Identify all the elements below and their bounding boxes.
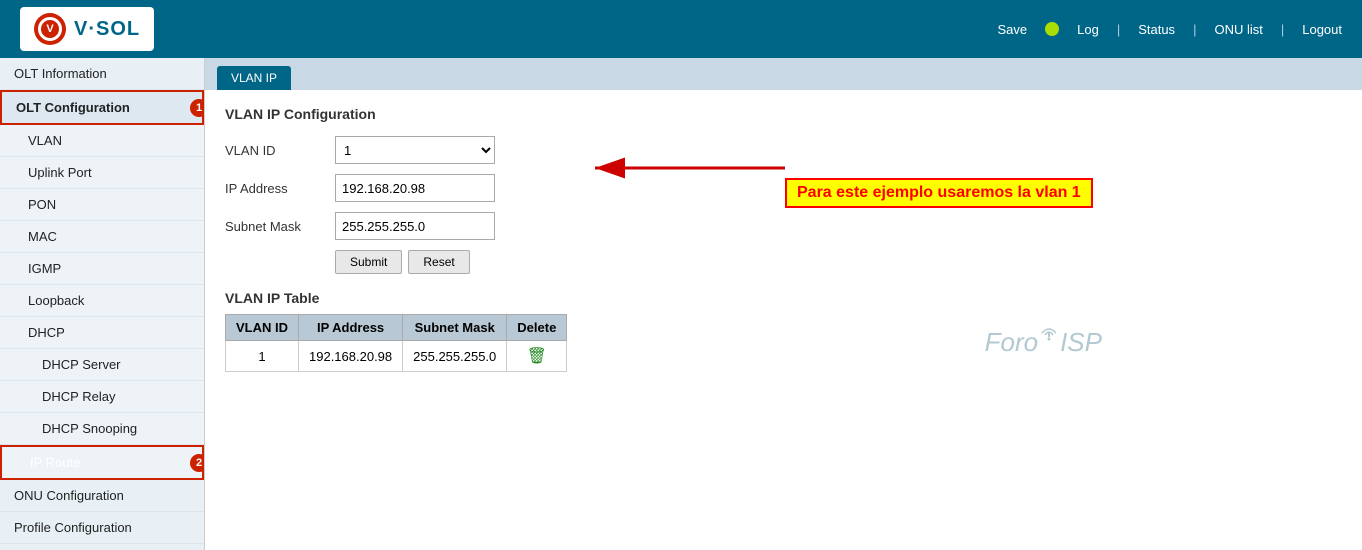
vlan-id-select[interactable]: 1 [335,136,495,164]
section-title: VLAN IP Configuration [225,106,1342,122]
sidebar-item-dhcp-server[interactable]: DHCP Server [0,349,204,381]
row-subnet-mask: 255.255.255.0 [403,341,507,372]
form-buttons: Submit Reset [335,250,1342,274]
col-subnet-mask: Subnet Mask [403,315,507,341]
header-nav: Save Log | Status | ONU list | Logout [997,22,1342,37]
subnet-mask-input[interactable] [335,212,495,240]
watermark-isp: ISP [1060,327,1102,358]
logo: V V·SOL [20,7,154,51]
reset-button[interactable]: Reset [408,250,469,274]
nav-logout[interactable]: Logout [1302,22,1342,37]
submit-button[interactable]: Submit [335,250,402,274]
logo-icon: V [34,13,66,45]
vlan-id-row: VLAN ID 1 [225,136,1342,164]
row-ip-address: 192.168.20.98 [299,341,403,372]
badge-2: 2 [190,454,205,472]
logo-text: V·SOL [74,18,140,41]
sidebar-item-mac[interactable]: MAC [0,221,204,253]
sidebar-item-ip-route[interactable]: IP Route 2 [0,445,204,480]
sidebar-item-loopback[interactable]: Loopback [0,285,204,317]
watermark-foro: Foro [985,327,1038,358]
subnet-mask-label: Subnet Mask [225,219,335,234]
sidebar-item-onu-configuration[interactable]: ONU Configuration [0,480,204,512]
nav-onu-list[interactable]: ONU list [1214,22,1262,37]
content-area: Para este ejemplo usaremos la vlan 1 VLA… [205,90,1362,388]
sidebar-item-vlan[interactable]: VLAN [0,125,204,157]
vlan-id-label: VLAN ID [225,143,335,158]
delete-icon[interactable]: 🗑 [527,348,547,365]
save-button[interactable]: Save [997,22,1027,37]
watermark: Foro ISP [985,327,1102,358]
col-ip-address: IP Address [299,315,403,341]
ip-address-label: IP Address [225,181,335,196]
status-indicator [1045,22,1059,36]
sidebar-item-igmp[interactable]: IGMP [0,253,204,285]
ip-address-row: IP Address [225,174,1342,202]
tab-vlan-ip[interactable]: VLAN IP [217,66,291,90]
row-delete-cell: 🗑 [507,341,567,372]
row-vlan-id: 1 [226,341,299,372]
sidebar-item-uplink-port[interactable]: Uplink Port [0,157,204,189]
nav-status[interactable]: Status [1138,22,1175,37]
sidebar-item-dhcp[interactable]: DHCP [0,317,204,349]
col-delete: Delete [507,315,567,341]
sidebar-item-dhcp-relay[interactable]: DHCP Relay [0,381,204,413]
sidebar-item-profile-configuration[interactable]: Profile Configuration [0,512,204,544]
sidebar-item-pon[interactable]: PON [0,189,204,221]
sidebar-item-olt-configuration[interactable]: OLT Configuration 1 [0,90,204,125]
main-layout: OLT Information OLT Configuration 1 VLAN… [0,58,1362,550]
tab-bar: VLAN IP [205,58,1362,90]
sidebar-item-dhcp-snooping[interactable]: DHCP Snooping [0,413,204,445]
callout-annotation: Para este ejemplo usaremos la vlan 1 [785,178,1093,208]
badge-1: 1 [190,99,205,117]
vlan-ip-table: VLAN ID IP Address Subnet Mask Delete 1 … [225,314,567,372]
sidebar: OLT Information OLT Configuration 1 VLAN… [0,58,205,550]
watermark-wifi-icon [1038,323,1060,350]
nav-log[interactable]: Log [1077,22,1099,37]
ip-address-input[interactable] [335,174,495,202]
table-title: VLAN IP Table [225,290,1342,306]
col-vlan-id: VLAN ID [226,315,299,341]
sidebar-item-system-configuration[interactable]: System Configuration [0,544,204,550]
header: V V·SOL Save Log | Status | ONU list | L… [0,0,1362,58]
main-content: VLAN IP Para este ejemplo usaremos la vl… [205,58,1362,550]
table-row: 1 192.168.20.98 255.255.255.0 🗑 [226,341,567,372]
subnet-mask-row: Subnet Mask [225,212,1342,240]
sidebar-item-olt-information[interactable]: OLT Information [0,58,204,90]
